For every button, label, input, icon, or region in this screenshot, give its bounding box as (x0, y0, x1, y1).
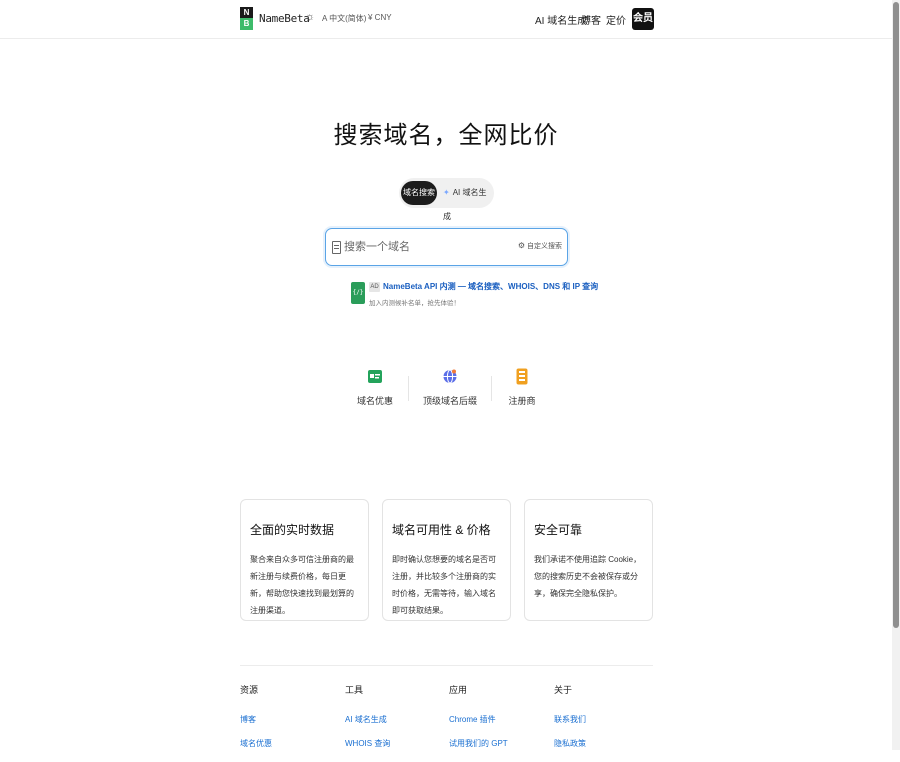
nav-pricing[interactable]: 定价 (606, 12, 626, 27)
nav-blog[interactable]: 博客 (581, 12, 601, 27)
footer-heading: 工具 (345, 685, 364, 695)
quick-link-label: 顶级域名后缀 (422, 396, 477, 406)
logo-letter-bottom: B (240, 18, 253, 30)
custom-search-label: 自定义搜索 (527, 243, 562, 250)
sun-icon[interactable]: ☼ (305, 11, 315, 23)
card-title: 域名可用性 & 价格 (392, 523, 491, 537)
ad-subtitle: 加入内测候补名单，抢先体验！ (369, 300, 460, 307)
footer-link[interactable]: 试用我们的 GPT (449, 738, 549, 749)
language-selector[interactable]: A 中文(简体) (322, 13, 366, 24)
card-text: 聚合来自众多可信注册商的最新注册与续费价格，每日更新，帮助您快速找到最划算的注册… (250, 555, 354, 615)
quick-link-label: 域名优惠 (356, 396, 393, 406)
tab-ai-generator[interactable]: ✦ AI 域名生成 (443, 181, 494, 221)
top-header: N B NameBeta ☼ A 中文(简体) ¥ CNY AI 域名生成 博客… (0, 0, 892, 39)
card-text: 即时确认您想要的域名是否可注册，并比较多个注册商的实时价格，无需等待，输入域名即… (392, 555, 496, 615)
quick-link-label: 注册商 (508, 396, 536, 406)
card-title: 安全可靠 (534, 523, 583, 537)
quick-link-registrars[interactable]: 注册商 (482, 366, 562, 409)
globe-icon (443, 369, 457, 384)
footer-link[interactable]: 域名优惠 (240, 738, 340, 749)
footer-divider (240, 665, 653, 666)
page-scrollbar[interactable] (892, 0, 900, 750)
card-title: 全面的实时数据 (250, 523, 335, 537)
tab-domain-search[interactable]: 域名搜索 (401, 181, 437, 205)
scrollbar-thumb[interactable] (893, 2, 899, 628)
card-text: 我们承诺不使用追踪 Cookie，您的搜索历史不会被保存或分享，确保完全隐私保护… (534, 555, 642, 598)
footer-link[interactable]: Chrome 插件 (449, 714, 549, 725)
quick-link-deals[interactable]: 域名优惠 (335, 366, 415, 409)
footer-column-apps: 应用 Chrome 插件 试用我们的 GPT (449, 683, 549, 762)
feature-card: 域名可用性 & 价格 即时确认您想要的域名是否可注册，并比较多个注册商的实时价格… (382, 499, 511, 621)
building-icon (516, 368, 528, 385)
footer-heading: 资源 (240, 685, 259, 695)
footer-link[interactable]: AI 域名生成 (345, 714, 445, 725)
ad-link[interactable]: NameBeta API 内测 — 域名搜索、WHOIS、DNS 和 IP 查询 (383, 281, 598, 292)
member-button[interactable]: 会员 (632, 8, 654, 30)
search-input[interactable] (344, 238, 514, 256)
logo-letter-top: N (240, 7, 253, 18)
coupon-icon (368, 370, 382, 383)
footer-column-tools: 工具 AI 域名生成 WHOIS 查询 (345, 683, 445, 762)
sparkle-icon: ✦ (443, 188, 450, 197)
divider (408, 376, 409, 401)
brand-name[interactable]: NameBeta (259, 12, 310, 25)
currency-selector[interactable]: ¥ CNY (368, 13, 392, 22)
footer-heading: 应用 (449, 685, 468, 695)
document-icon (332, 241, 341, 254)
custom-search-button[interactable]: ⚙ 自定义搜索 (518, 241, 562, 251)
search-mode-toggle: 域名搜索 ✦ AI 域名生成 (399, 178, 494, 221)
footer-column-resources: 资源 博客 域名优惠 (240, 683, 340, 762)
footer-link[interactable]: 博客 (240, 714, 340, 725)
feature-card: 全面的实时数据 聚合来自众多可信注册商的最新注册与续费价格，每日更新，帮助您快速… (240, 499, 369, 621)
footer-link[interactable]: 联系我们 (554, 714, 654, 725)
code-icon[interactable]: {/} (351, 282, 365, 304)
footer-column-about: 关于 联系我们 隐私政策 (554, 683, 654, 762)
ad-badge: AD (369, 282, 380, 292)
quick-link-tlds[interactable]: 顶级域名后缀 (410, 366, 490, 409)
footer-heading: 关于 (554, 685, 573, 695)
nav-ai-generator[interactable]: AI 域名生成 (535, 12, 587, 27)
footer-link[interactable]: WHOIS 查询 (345, 738, 445, 749)
page-title: 搜索域名，全网比价 (333, 122, 559, 149)
footer-link[interactable]: 隐私政策 (554, 738, 654, 749)
search-box: ⚙自定义搜索 (325, 228, 568, 266)
feature-card: 安全可靠 我们承诺不使用追踪 Cookie，您的搜索历史不会被保存或分享，确保完… (524, 499, 653, 621)
gear-icon: ⚙ (517, 241, 525, 250)
logo-icon[interactable]: N B (240, 7, 253, 30)
